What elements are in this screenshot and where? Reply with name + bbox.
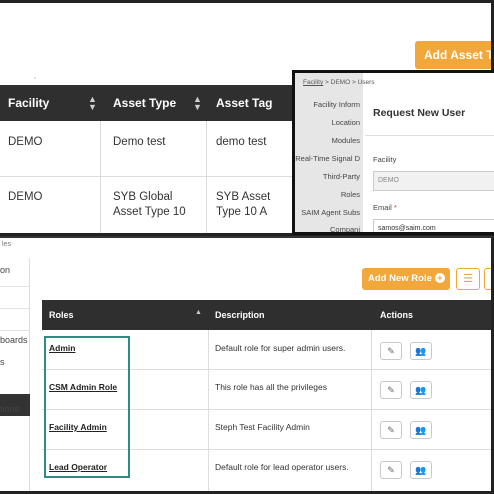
breadcrumb-item[interactable]: DEMO <box>331 79 351 86</box>
nav-item-saim-agent[interactable]: SAIM Agent Subs <box>301 208 360 217</box>
email-label-text: Email <box>373 203 392 212</box>
divider <box>365 135 494 136</box>
nav-item-companies[interactable]: Compani <box>330 225 360 232</box>
breadcrumb-item[interactable]: Users <box>358 79 375 86</box>
nav-item-facility-info[interactable]: Facility Inform <box>313 100 360 109</box>
breadcrumb-link-facility[interactable]: Facility <box>303 79 323 86</box>
required-mark: * <box>393 203 397 212</box>
col-header-description[interactable]: Description <box>215 310 265 320</box>
sidebar-item[interactable]: on <box>0 265 10 275</box>
users-icon[interactable]: 👥 <box>410 421 432 439</box>
cell-facility: DEMO <box>8 191 43 203</box>
column-divider <box>371 330 372 491</box>
add-asset-tag-button[interactable]: Add Asset Tag <box>415 41 491 69</box>
breadcrumb-fragment: les <box>2 241 11 248</box>
email-field[interactable]: samos@saim.com <box>373 219 494 232</box>
users-icon[interactable]: 👥 <box>410 381 432 399</box>
nav-item-roles[interactable]: Roles <box>341 190 360 199</box>
role-description: Default role for super admin users. <box>215 343 346 353</box>
column-divider <box>208 330 209 491</box>
edit-icon[interactable]: ✎ <box>380 381 402 399</box>
settings-nav: Facility > DEMO > Users Facility Inform … <box>295 73 375 232</box>
col-header-roles[interactable]: Roles <box>49 310 74 320</box>
column-divider <box>206 121 207 233</box>
nav-item-modules[interactable]: Modules <box>332 136 360 145</box>
edit-icon[interactable]: ✎ <box>380 461 402 479</box>
plus-icon: + <box>434 273 445 283</box>
col-header-facility[interactable]: Facility <box>8 96 49 110</box>
cell-asset-tag: SYB Asset Type 10 A <box>216 191 271 218</box>
role-description: Steph Test Facility Admin <box>215 422 310 432</box>
sidebar-item-dashboards[interactable]: boards <box>0 335 28 345</box>
breadcrumb-separator: > <box>351 79 356 86</box>
highlight-box <box>44 336 130 478</box>
roles-table-header: Roles ▲ Description Actions <box>42 300 491 330</box>
add-new-role-label: Add New Role <box>368 273 432 284</box>
users-icon[interactable]: 👥 <box>410 461 432 479</box>
divider <box>0 308 30 309</box>
filter-icon[interactable]: ☰ <box>456 268 480 290</box>
sidebar: on boards s tions <box>0 258 30 491</box>
cell-asset-type: SYB Global Asset Type 10 <box>113 191 186 218</box>
col-header-asset-tag[interactable]: Asset Tag <box>216 96 272 110</box>
facility-label: Facility <box>373 155 397 164</box>
cell-facility: DEMO <box>8 136 43 148</box>
divider <box>0 286 30 287</box>
sidebar-item-integrations[interactable]: tions <box>0 404 19 414</box>
email-label: Email * <box>373 203 397 212</box>
divider <box>0 330 30 331</box>
edit-icon[interactable]: ✎ <box>380 421 402 439</box>
sidebar-item[interactable]: s <box>0 357 5 367</box>
users-icon[interactable]: 👥 <box>410 342 432 360</box>
column-divider <box>100 121 101 233</box>
request-new-user-panel: Facility > DEMO > Users Facility Inform … <box>292 70 494 235</box>
cell-asset-type: Demo test <box>113 136 166 148</box>
sort-icon[interactable]: ▲ <box>195 309 202 316</box>
facility-field[interactable]: DEMO <box>373 171 494 191</box>
nav-item-location[interactable]: Location <box>332 118 360 127</box>
add-new-role-button[interactable]: Add New Role + <box>362 268 450 290</box>
request-new-user-modal: Request New User Facility DEMO Email * s… <box>365 89 494 232</box>
col-header-asset-type[interactable]: Asset Type <box>113 96 176 110</box>
sort-icon[interactable]: ▲ ▼ <box>193 95 202 112</box>
nav-item-third-party[interactable]: Third-Party <box>323 172 360 181</box>
breadcrumb: Facility > DEMO > Users <box>303 79 375 86</box>
modal-title: Request New User <box>373 107 466 119</box>
more-icon[interactable]: ‹ <box>484 268 491 290</box>
role-description: This role has all the privileges <box>215 382 327 392</box>
nav-item-real-time-signal[interactable]: Real-Time Signal D <box>295 154 360 163</box>
sort-icon[interactable]: ▲ ▼ <box>88 95 97 112</box>
edit-icon[interactable]: ✎ <box>380 342 402 360</box>
role-description: Default role for lead operator users. <box>215 462 349 472</box>
breadcrumb-separator: > <box>325 79 329 86</box>
col-header-actions: Actions <box>380 310 414 320</box>
breadcrumb-fragment: , <box>34 73 36 80</box>
